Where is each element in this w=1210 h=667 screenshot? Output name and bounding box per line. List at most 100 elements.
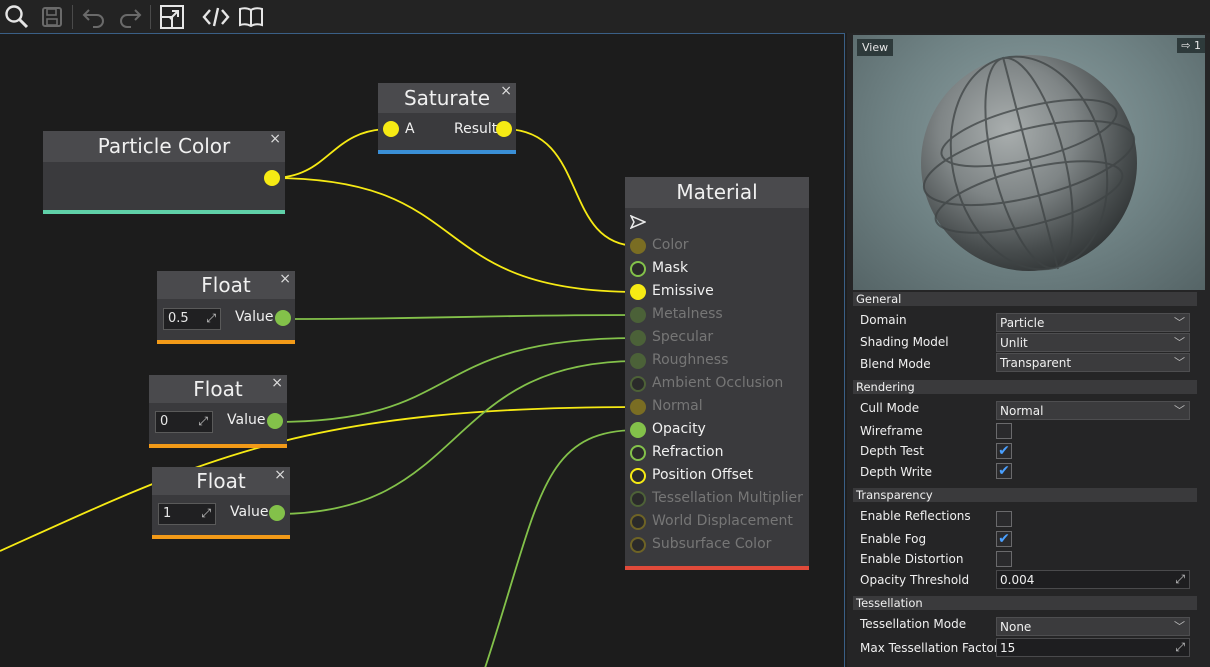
save-icon[interactable] xyxy=(38,3,66,30)
output-pin-value[interactable] xyxy=(269,505,285,521)
section-transparency[interactable]: Transparency xyxy=(853,488,1197,502)
dropdown-value: Transparent xyxy=(1000,356,1072,370)
expand-icon[interactable]: ⤢ xyxy=(198,414,208,429)
enable-fog-checkbox[interactable]: ✔ xyxy=(996,531,1012,547)
input-pin-emissive[interactable] xyxy=(630,284,646,300)
pin-label-specular: Specular xyxy=(652,329,714,345)
output-pin-value[interactable] xyxy=(275,310,291,326)
section-general[interactable]: General xyxy=(853,292,1197,306)
close-icon[interactable]: × xyxy=(500,83,512,99)
domain-dropdown[interactable]: Particle ﹀ xyxy=(996,313,1190,332)
input-pin-world-displacement[interactable] xyxy=(630,514,646,530)
node-accent-bar xyxy=(152,535,290,539)
value-input[interactable]: 1 ⤢ xyxy=(158,503,216,525)
cull-mode-dropdown[interactable]: Normal ﹀ xyxy=(996,401,1190,420)
value-text: 0.5 xyxy=(168,311,189,326)
enable-reflections-checkbox[interactable] xyxy=(996,511,1012,527)
dropdown-value: Unlit xyxy=(1000,336,1028,350)
undo-icon[interactable] xyxy=(80,3,108,30)
pin-label-tessellation-multiplier: Tessellation Multiplier xyxy=(652,490,803,506)
node-accent-bar xyxy=(625,566,809,570)
node-graph-canvas[interactable]: Particle Color × Saturate × A Result Flo… xyxy=(0,33,845,667)
redo-icon[interactable] xyxy=(116,3,144,30)
expand-icon[interactable]: ⤢ xyxy=(206,311,216,326)
view-menu-button[interactable]: View xyxy=(857,39,894,56)
input-pin-specular[interactable] xyxy=(630,330,646,346)
wireframe-label: Wireframe xyxy=(860,424,923,438)
input-pin-opacity[interactable] xyxy=(630,422,646,438)
toolbar-separator xyxy=(150,5,151,29)
close-icon[interactable]: × xyxy=(269,131,281,147)
opacity-threshold-label: Opacity Threshold xyxy=(860,573,970,587)
depth-write-checkbox[interactable]: ✔ xyxy=(996,463,1012,479)
pin-label-subsurface-color: Subsurface Color xyxy=(652,536,772,552)
input-pin-normal[interactable] xyxy=(630,399,646,415)
expand-icon[interactable]: ⤢ xyxy=(1175,572,1185,587)
expand-icon[interactable]: ⤢ xyxy=(1175,640,1185,655)
input-pin-refraction[interactable] xyxy=(630,445,646,461)
input-pin-position-offset[interactable] xyxy=(630,468,646,484)
material-preview[interactable]: View ⇨ 1 xyxy=(853,35,1205,290)
preview-control[interactable]: ⇨ 1 xyxy=(1177,38,1205,53)
input-pin-a[interactable] xyxy=(383,121,399,137)
node-float-2[interactable]: Float × 0 ⤢ Value xyxy=(149,375,287,448)
shading-model-dropdown[interactable]: Unlit ﹀ xyxy=(996,333,1190,352)
chevron-down-icon: ﹀ xyxy=(1174,404,1185,417)
output-pin-value[interactable] xyxy=(267,413,283,429)
depth-test-checkbox[interactable]: ✔ xyxy=(996,443,1012,459)
dropdown-value: Particle xyxy=(1000,316,1045,330)
code-icon[interactable] xyxy=(202,3,230,30)
node-title: Float xyxy=(157,271,295,299)
wire-float1-to-metalness xyxy=(282,314,639,320)
node-title: Float xyxy=(152,467,290,495)
input-value: 0.004 xyxy=(1000,573,1035,587)
blend-mode-dropdown[interactable]: Transparent ﹀ xyxy=(996,353,1190,372)
input-pin-mask[interactable] xyxy=(630,261,646,277)
blend-mode-label: Blend Mode xyxy=(860,357,931,371)
input-pin-color[interactable] xyxy=(630,238,646,254)
input-pin-tessellation-multiplier[interactable] xyxy=(630,491,646,507)
node-material[interactable]: Material Color Mask Emissive Metalness S… xyxy=(625,177,809,570)
value-text: 1 xyxy=(163,506,172,521)
input-pin-subsurface-color[interactable] xyxy=(630,537,646,553)
wire-saturate-to-color xyxy=(503,128,639,247)
node-saturate[interactable]: Saturate × A Result xyxy=(378,83,516,154)
node-float-3[interactable]: Float × 1 ⤢ Value xyxy=(152,467,290,539)
pin-label-value: Value xyxy=(227,412,266,428)
resize-icon[interactable] xyxy=(158,3,186,30)
enable-distortion-checkbox[interactable] xyxy=(996,551,1012,567)
node-accent-bar xyxy=(378,150,516,154)
node-accent-bar xyxy=(149,444,287,448)
tessellation-mode-dropdown[interactable]: None ﹀ xyxy=(996,617,1190,636)
node-title: Float xyxy=(149,375,287,403)
section-tessellation[interactable]: Tessellation xyxy=(853,596,1197,610)
send-icon[interactable] xyxy=(629,214,647,233)
node-particle-color[interactable]: Particle Color × xyxy=(43,131,285,214)
value-input[interactable]: 0 ⤢ xyxy=(155,411,213,433)
expand-icon[interactable]: ⤢ xyxy=(201,506,211,521)
pin-label-opacity: Opacity xyxy=(652,421,706,437)
pin-label-position-offset: Position Offset xyxy=(652,467,754,483)
max-tessellation-factor-input[interactable]: 15 ⤢ xyxy=(996,638,1190,657)
wireframe-checkbox[interactable] xyxy=(996,423,1012,439)
close-icon[interactable]: × xyxy=(274,467,286,483)
node-float-1[interactable]: Float × 0.5 ⤢ Value xyxy=(157,271,295,344)
output-pin-result[interactable] xyxy=(496,121,512,137)
chevron-down-icon: ﹀ xyxy=(1174,620,1185,633)
close-icon[interactable]: × xyxy=(271,375,283,391)
wire-particle-to-saturate xyxy=(271,128,391,179)
input-pin-roughness[interactable] xyxy=(630,353,646,369)
value-input[interactable]: 0.5 ⤢ xyxy=(163,308,221,330)
close-icon[interactable]: × xyxy=(279,271,291,287)
output-pin-color[interactable] xyxy=(264,170,280,186)
input-pin-ambient-occlusion[interactable] xyxy=(630,376,646,392)
search-icon[interactable] xyxy=(3,3,31,30)
wire-offscreen-to-opacity xyxy=(484,429,639,667)
section-rendering[interactable]: Rendering xyxy=(853,380,1197,394)
book-icon[interactable] xyxy=(237,3,265,30)
wire-float3-to-roughness xyxy=(276,360,639,515)
pin-label-emissive: Emissive xyxy=(652,283,714,299)
opacity-threshold-input[interactable]: 0.004 ⤢ xyxy=(996,570,1190,589)
input-pin-metalness[interactable] xyxy=(630,307,646,323)
enable-reflections-label: Enable Reflections xyxy=(860,509,971,523)
